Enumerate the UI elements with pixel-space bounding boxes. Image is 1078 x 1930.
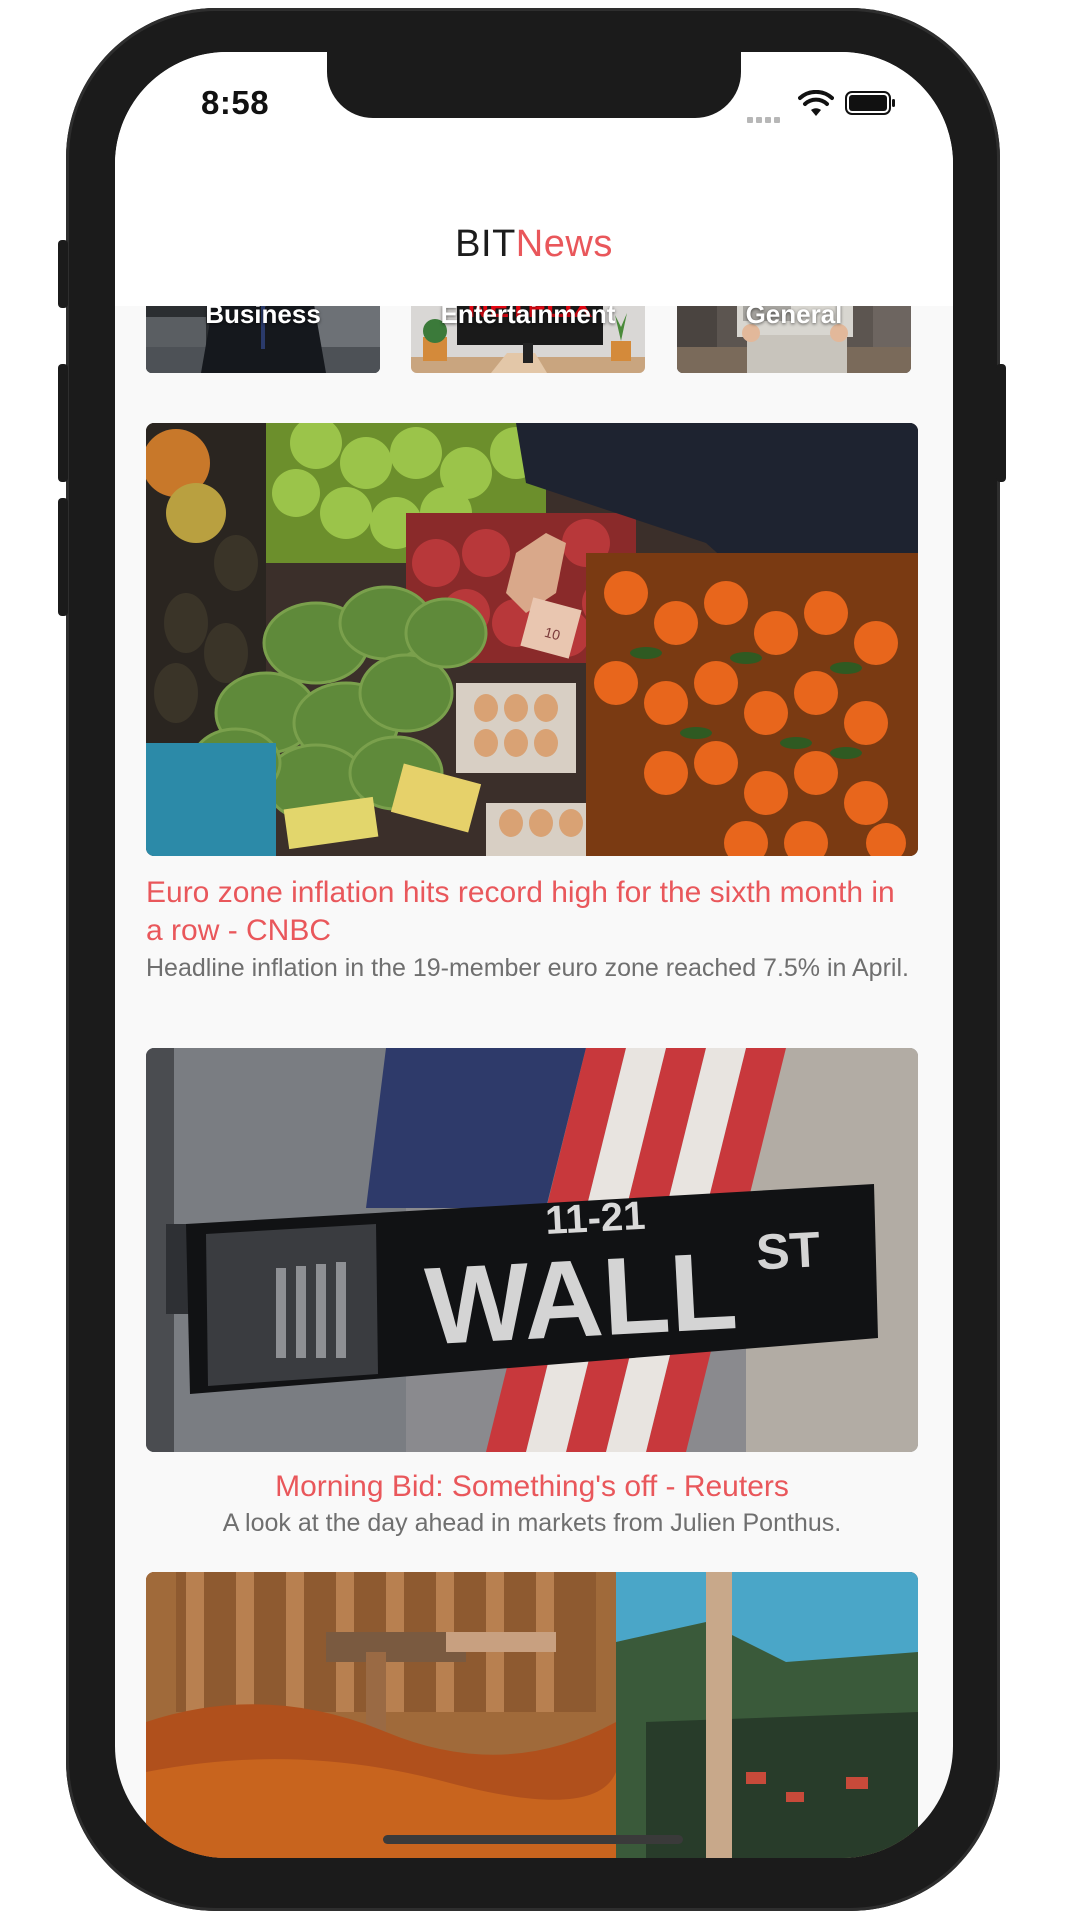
notch: [327, 52, 741, 118]
wifi-icon: [798, 90, 834, 116]
home-indicator[interactable]: [383, 1835, 683, 1844]
rural-landscape-photo: [146, 1572, 918, 1858]
status-time: 8:58: [201, 84, 270, 121]
article-2-image[interactable]: 11-21 WALL ST: [146, 1048, 918, 1452]
app-title: BITNews: [115, 222, 953, 266]
article-2-title[interactable]: Morning Bid: Something's off - Reuters: [146, 1468, 918, 1506]
wall-street-sign-photo: 11-21 WALL ST: [146, 1048, 918, 1452]
mute-switch: [58, 240, 68, 308]
street-sign-name: WALL: [423, 1229, 741, 1368]
app-title-news: News: [515, 223, 613, 265]
volume-down-button: [58, 498, 68, 616]
article-3-image[interactable]: [146, 1572, 918, 1858]
app-title-bit: BIT: [455, 223, 516, 265]
street-sign-suffix: ST: [755, 1221, 822, 1280]
phone-screen: 8:58 BITNews Business NETFLIX Entertainm…: [115, 52, 953, 1858]
article-2-description: A look at the day ahead in markets from …: [222, 1509, 842, 1537]
cellular-signal-icon: [747, 110, 787, 123]
market-produce-photo: 10: [146, 423, 918, 856]
article-1-image[interactable]: 10: [146, 423, 918, 856]
battery-icon: [845, 91, 895, 115]
article-1-description: Headline inflation in the 19-member euro…: [146, 954, 909, 982]
volume-up-button: [58, 364, 68, 482]
app-header: BITNews: [115, 202, 953, 306]
power-button: [996, 364, 1006, 482]
article-1-title[interactable]: Euro zone inflation hits record high for…: [146, 874, 918, 950]
